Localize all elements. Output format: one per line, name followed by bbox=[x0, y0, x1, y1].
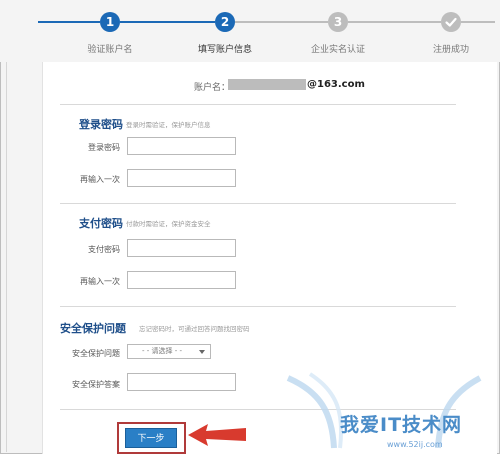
pay-password-confirm-label: 再输入一次 bbox=[80, 277, 120, 286]
step-line-5 bbox=[461, 21, 495, 23]
watermark-url: www.52ij.com bbox=[387, 440, 443, 449]
security-answer-input[interactable] bbox=[127, 373, 236, 391]
login-password-confirm-label: 再输入一次 bbox=[80, 175, 120, 184]
pay-password-confirm-input[interactable] bbox=[127, 271, 236, 289]
pay-password-section-title: 支付密码 bbox=[79, 217, 123, 230]
account-name-domain: @163.com bbox=[307, 79, 365, 90]
security-question-label: 安全保护问题 bbox=[72, 349, 120, 358]
account-name-redacted bbox=[228, 79, 306, 90]
section-divider bbox=[60, 203, 456, 204]
step-line-2 bbox=[120, 21, 215, 23]
pay-password-input[interactable] bbox=[127, 239, 236, 257]
login-password-confirm-input[interactable] bbox=[127, 169, 236, 187]
section-divider bbox=[60, 104, 456, 105]
login-password-input[interactable] bbox=[127, 137, 236, 155]
step-line-4 bbox=[348, 21, 441, 23]
step-line-3 bbox=[235, 21, 328, 23]
login-password-hint: 登录时需验证，保护账户信息 bbox=[126, 121, 211, 129]
security-question-selected: - - 请选择 - - bbox=[142, 347, 183, 355]
step-3-label: 企业实名认证 bbox=[310, 45, 365, 55]
login-password-section-title: 登录密码 bbox=[79, 118, 123, 131]
security-answer-label: 安全保护答案 bbox=[72, 380, 120, 389]
check-icon bbox=[445, 17, 457, 27]
step-line-1 bbox=[38, 21, 100, 23]
step-2-label: 填写账户信息 bbox=[197, 45, 252, 55]
section-divider bbox=[60, 306, 456, 307]
security-question-select[interactable]: - - 请选择 - - bbox=[127, 344, 211, 359]
security-question-section-title: 安全保护问题 bbox=[60, 322, 126, 335]
pay-password-label: 支付密码 bbox=[88, 245, 120, 254]
progress-stepper: 1 2 3 验证账户名 填写账户信息 企业实名认证 注册成功 bbox=[0, 0, 500, 62]
security-question-hint: 忘记密码时，可通过回答问题找回密码 bbox=[139, 325, 250, 333]
chevron-down-icon bbox=[199, 350, 205, 354]
frame-edge-left bbox=[6, 0, 7, 452]
step-1-circle: 1 bbox=[100, 12, 120, 32]
login-password-label: 登录密码 bbox=[88, 143, 120, 152]
step-1-label: 验证账户名 bbox=[87, 45, 133, 55]
watermark-title: 我爱IT技术网 bbox=[340, 414, 463, 436]
pay-password-hint: 付款时需验证，保护资金安全 bbox=[126, 220, 211, 228]
step-2-circle: 2 bbox=[215, 12, 235, 32]
next-step-button[interactable]: 下一步 bbox=[125, 428, 177, 448]
step-4-label: 注册成功 bbox=[432, 45, 469, 55]
step-3-circle: 3 bbox=[328, 12, 348, 32]
account-name-label: 账户名： bbox=[194, 83, 231, 93]
step-4-circle bbox=[441, 12, 461, 32]
pointer-arrow-icon bbox=[188, 424, 246, 446]
